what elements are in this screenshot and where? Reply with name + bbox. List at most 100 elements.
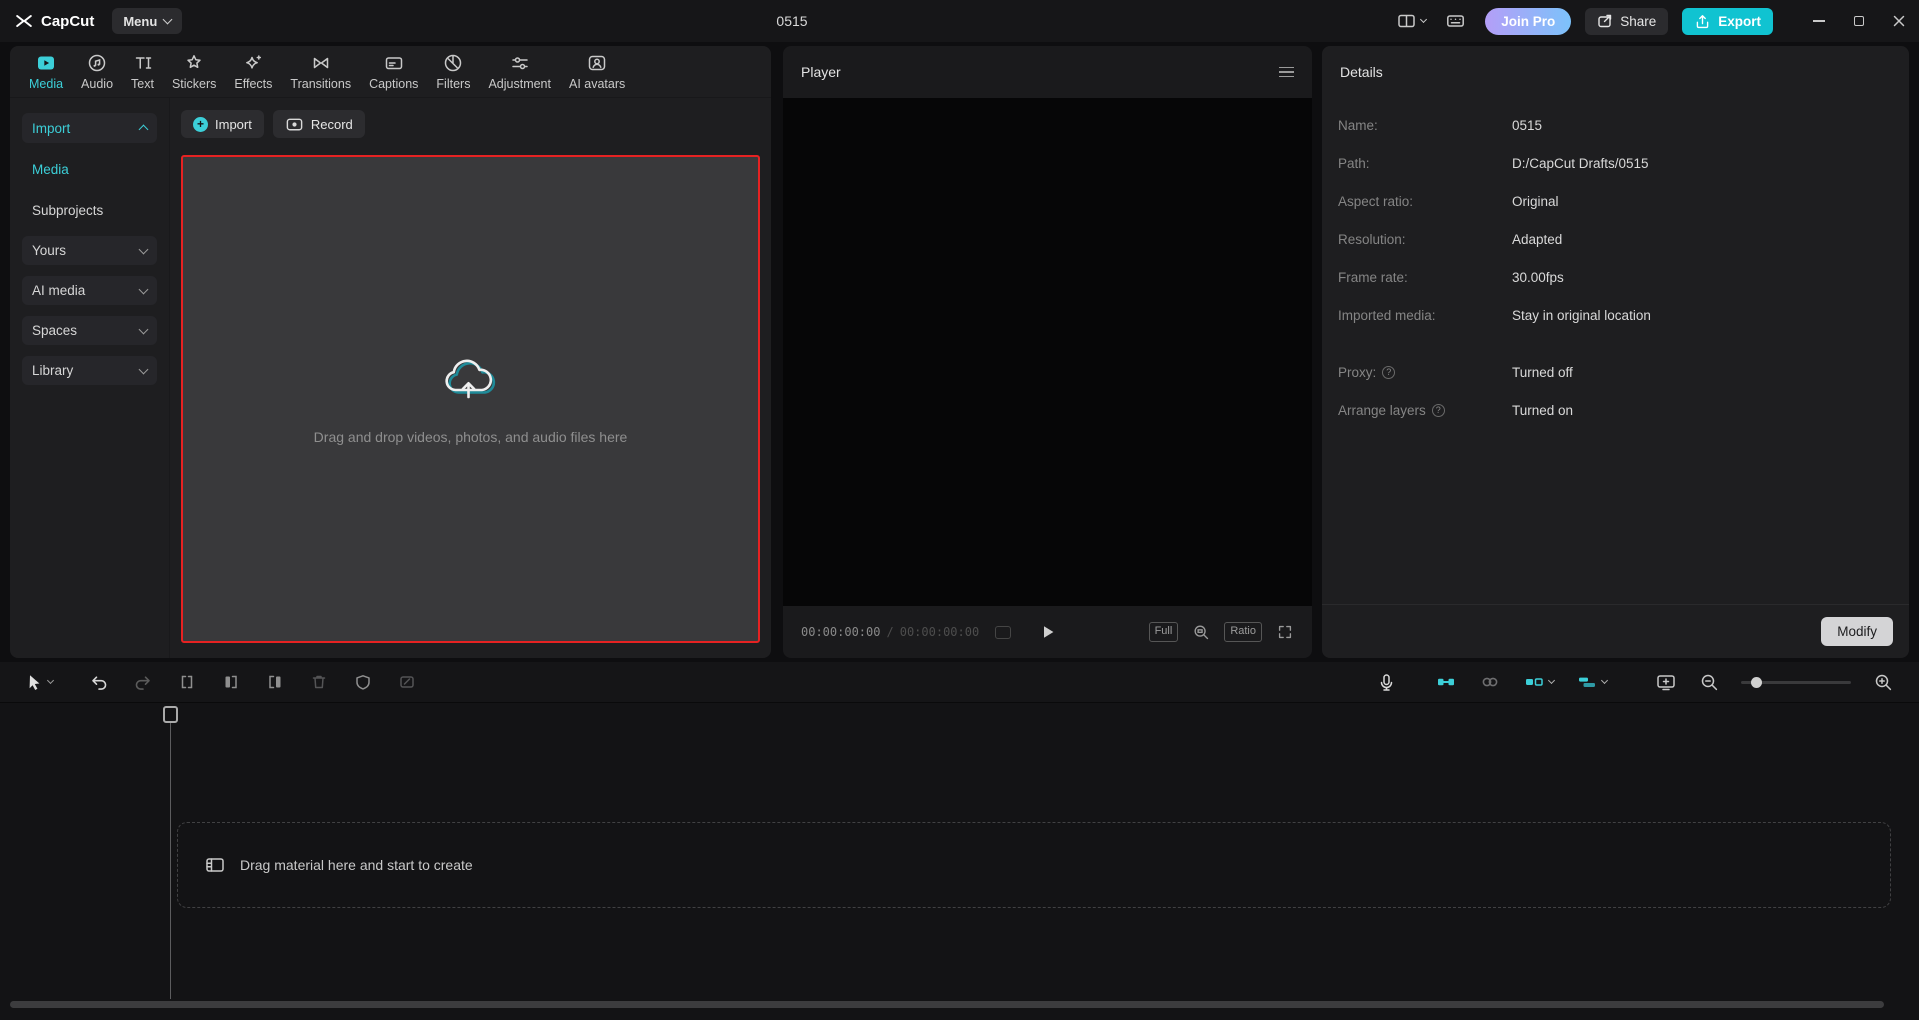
sidebar-item-media[interactable]: Media (22, 154, 157, 184)
sidebar-spaces-label: Spaces (32, 323, 78, 338)
media-actions: + Import Record (181, 110, 365, 138)
tab-filters[interactable]: Filters (427, 52, 479, 91)
record-button-label: Record (310, 116, 353, 132)
tab-label: Audio (81, 77, 114, 91)
detail-row-imported-media: Imported media: Stay in original locatio… (1322, 296, 1909, 334)
main-track-magnet-toggle[interactable] (1435, 671, 1457, 693)
tab-ai-avatars[interactable]: AI avatars (560, 52, 634, 91)
tab-label: Stickers (171, 77, 217, 91)
share-button[interactable]: Share (1585, 7, 1669, 35)
sidebar-item-subprojects[interactable]: Subprojects (22, 195, 157, 225)
magnet-toggle-icon (1438, 678, 1454, 686)
tab-transitions[interactable]: Transitions (281, 52, 360, 91)
record-button[interactable]: Record (272, 110, 365, 138)
delete-button[interactable] (309, 672, 329, 692)
effects-icon (242, 52, 264, 74)
delete-left-button[interactable] (221, 672, 241, 692)
tab-effects[interactable]: Effects (225, 52, 281, 91)
redo-button[interactable] (133, 672, 153, 692)
sidebar-ai-media-label: AI media (32, 283, 86, 298)
details-rows: Name: 0515 Path: D:/CapCut Drafts/0515 A… (1322, 98, 1909, 429)
export-button[interactable]: Export (1682, 7, 1773, 35)
detail-value: Turned on (1512, 402, 1574, 418)
tab-label: Captions (369, 77, 419, 91)
preview-zoom-icon[interactable] (1192, 623, 1210, 641)
split-icon (181, 675, 193, 689)
undo-button[interactable] (89, 672, 109, 692)
tab-label: Filters (436, 77, 471, 91)
zoom-in-icon (1875, 674, 1892, 691)
tab-stickers[interactable]: Stickers (163, 52, 225, 91)
split-button[interactable] (177, 672, 197, 692)
sidebar-section-yours[interactable]: Yours (22, 236, 157, 265)
delete-right-button[interactable] (265, 672, 285, 692)
keyboard-shortcuts-icon[interactable] (1446, 12, 1465, 30)
cursor-icon (29, 675, 40, 690)
sidebar-section-ai-media[interactable]: AI media (22, 276, 157, 305)
record-icon (286, 118, 303, 130)
trash-icon (312, 675, 326, 689)
project-title: 0515 (776, 13, 808, 29)
panel-layout-icon[interactable] (1397, 12, 1428, 30)
preview-quality-button[interactable] (1655, 671, 1677, 693)
details-footer: Modify (1322, 604, 1909, 658)
link-toggle-icon (1482, 677, 1498, 687)
edit-rect-icon (400, 676, 414, 688)
detail-label: Resolution: (1338, 231, 1406, 247)
edit-clip-button[interactable] (397, 672, 417, 692)
fullscreen-icon[interactable] (1276, 623, 1294, 641)
detail-row-aspect-ratio: Aspect ratio: Original (1322, 182, 1909, 220)
preview-axis-toggle[interactable] (1523, 671, 1556, 693)
maximize-icon (1854, 16, 1864, 26)
timeline-zoom-out-button[interactable] (1699, 672, 1719, 692)
playhead[interactable] (163, 706, 178, 723)
slider-knob[interactable] (1751, 677, 1762, 688)
timeline-zoom-slider[interactable] (1741, 675, 1851, 689)
redo-icon (135, 676, 150, 690)
player-menu-icon[interactable] (1279, 66, 1294, 78)
minimize-button[interactable] (1799, 0, 1839, 42)
help-icon[interactable]: ? (1431, 403, 1445, 417)
mask-button[interactable] (353, 672, 373, 692)
ratio-button[interactable]: Ratio (1224, 622, 1262, 642)
chevron-up-icon (138, 124, 149, 135)
tab-audio[interactable]: Audio (72, 52, 122, 91)
zoom-out-icon (1701, 674, 1718, 691)
tab-captions[interactable]: Captions (360, 52, 427, 91)
timeline-zoom-in-button[interactable] (1873, 672, 1893, 692)
play-button[interactable] (1038, 622, 1058, 642)
link-toggle[interactable] (1479, 671, 1501, 693)
detail-value: Adapted (1512, 231, 1563, 247)
maximize-button[interactable] (1839, 0, 1879, 42)
sidebar-section-library[interactable]: Library (22, 356, 157, 385)
join-pro-button[interactable]: Join Pro (1485, 7, 1572, 35)
mark-icon[interactable] (995, 625, 1012, 639)
tab-adjustment[interactable]: Adjustment (479, 52, 560, 91)
detail-label: Imported media: (1338, 307, 1436, 323)
app-name: CapCut (41, 12, 95, 30)
timeline-scrollbar[interactable] (10, 1001, 1884, 1008)
timeline-drop-area[interactable]: Drag material here and start to create (177, 822, 1891, 908)
auto-arrange-toggle[interactable] (1576, 671, 1609, 693)
export-label: Export (1718, 13, 1761, 29)
player-panel: Player 00:00:00:00 / 00:00:00:00 Full Ra… (783, 46, 1312, 658)
modify-button[interactable]: Modify (1821, 617, 1893, 646)
detail-row-name: Name: 0515 (1322, 106, 1909, 144)
tab-text[interactable]: Text (122, 52, 163, 91)
close-button[interactable] (1879, 0, 1919, 42)
help-icon[interactable]: ? (1382, 365, 1396, 379)
tab-media[interactable]: Media (20, 52, 72, 91)
sidebar-import-header[interactable]: Import (22, 113, 157, 143)
voiceover-button[interactable] (1376, 672, 1397, 693)
select-tool-button[interactable] (24, 672, 55, 692)
detail-value: Turned off (1512, 364, 1573, 380)
menu-button[interactable]: Menu (112, 8, 183, 34)
media-dropzone[interactable]: Drag and drop videos, photos, and audio … (181, 155, 760, 643)
join-pro-label: Join Pro (1501, 13, 1556, 29)
dropzone-hint: Drag and drop videos, photos, and audio … (313, 429, 628, 445)
sidebar-section-spaces[interactable]: Spaces (22, 316, 157, 345)
import-button[interactable]: + Import (181, 110, 264, 138)
full-screen-fit-button[interactable]: Full (1148, 622, 1179, 642)
upload-cloud-icon (444, 359, 495, 399)
details-panel: Details Name: 0515 Path: D:/CapCut Draft… (1322, 46, 1909, 658)
